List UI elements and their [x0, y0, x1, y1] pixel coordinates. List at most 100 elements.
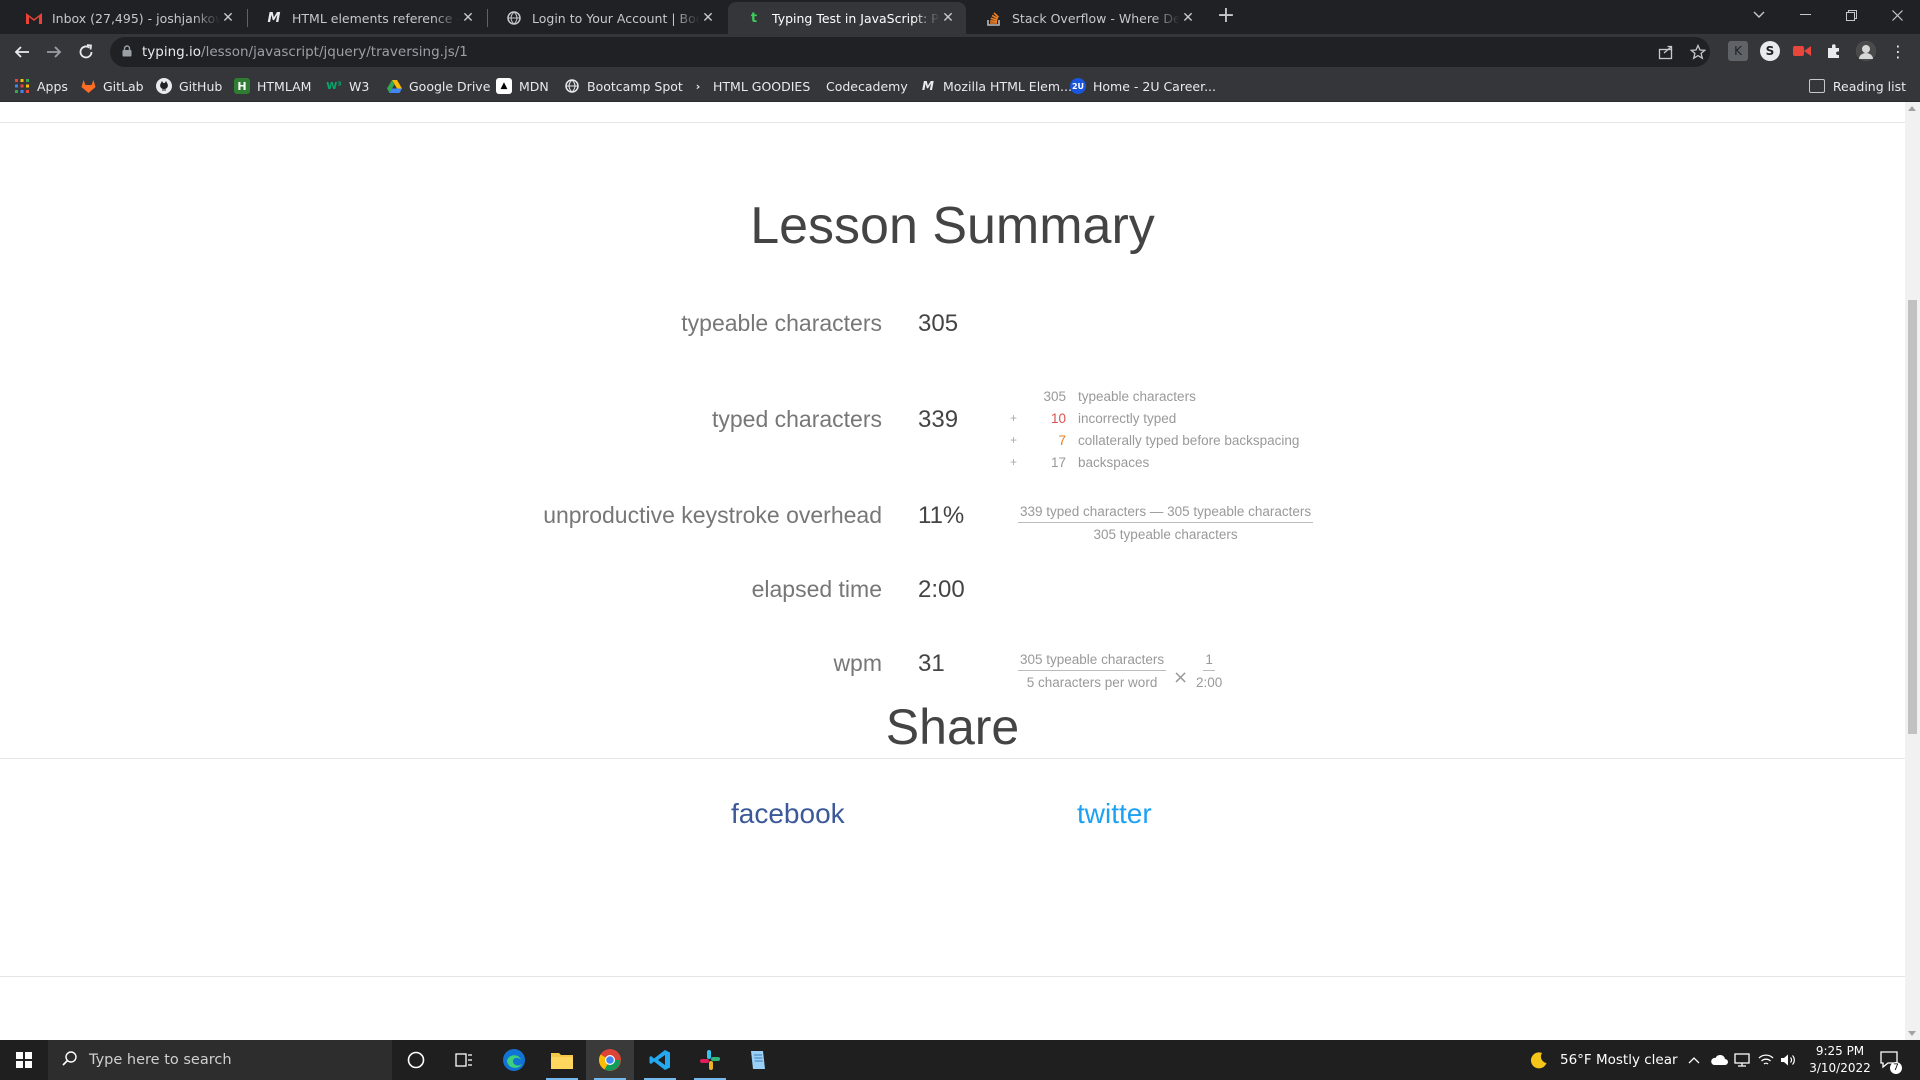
volume-icon[interactable]: [1780, 1040, 1796, 1080]
tab-typing-io[interactable]: t Typing Test in JavaScript: Practice ✕: [728, 2, 966, 34]
reading-list-button[interactable]: Reading list: [1808, 76, 1906, 96]
back-button[interactable]: [10, 40, 34, 64]
bookmark-gitlab[interactable]: GitLab: [80, 76, 144, 96]
notifications-button[interactable]: 7: [1880, 1040, 1902, 1080]
chevron-down-icon: [1753, 11, 1765, 18]
scroll-down-icon[interactable]: [1908, 1031, 1916, 1036]
show-hidden-icons-button[interactable]: [1688, 1040, 1700, 1080]
network-drive-icon[interactable]: [1734, 1040, 1750, 1080]
twitter-share-link[interactable]: twitter: [1077, 798, 1152, 830]
facebook-share-link[interactable]: facebook: [731, 798, 845, 830]
task-view-icon: [455, 1053, 472, 1067]
arrow-right-icon: [47, 46, 62, 58]
bookmark-google-drive[interactable]: Google Drive: [386, 76, 490, 96]
scroll-up-icon[interactable]: [1908, 106, 1916, 111]
tab-gmail[interactable]: Inbox (27,495) - joshjankowski@gmail.com…: [8, 2, 246, 34]
close-icon[interactable]: ✕: [940, 10, 956, 26]
profile-avatar[interactable]: [1856, 41, 1876, 61]
minimize-icon: [1799, 14, 1811, 15]
extensions-puzzle-icon[interactable]: [1824, 41, 1844, 61]
close-icon[interactable]: ✕: [1180, 10, 1196, 26]
windows-taskbar: Type here to search 56°F Mostly clear 9:…: [0, 1040, 1920, 1080]
url-path: /lesson/javascript/jquery/traversing.js/…: [201, 44, 468, 60]
multiply-sign: ×: [1173, 667, 1189, 688]
slack-taskbar-icon[interactable]: [686, 1040, 734, 1080]
close-window-button[interactable]: [1874, 0, 1920, 30]
bookmark-htmlam[interactable]: H HTMLAM: [234, 76, 311, 96]
taskbar-search[interactable]: Type here to search: [48, 1040, 392, 1080]
apps-grid-icon: [14, 78, 30, 94]
reload-icon: [79, 44, 93, 59]
htmlam-icon: H: [234, 78, 250, 94]
forward-button[interactable]: [42, 40, 66, 64]
more-menu-icon[interactable]: ⋮: [1888, 41, 1908, 61]
bookmark-mdn[interactable]: ▲ MDN: [496, 76, 549, 96]
breakdown-row: + 10 incorrectly typed: [1010, 410, 1177, 426]
github-icon: [156, 78, 172, 94]
wpm-value: 31: [918, 650, 945, 677]
page-scrollbar[interactable]: [1905, 102, 1920, 1040]
typed-characters-label: typed characters: [711, 406, 882, 432]
breakdown-row: + 17 backspaces: [1010, 454, 1150, 470]
file-explorer-taskbar-icon[interactable]: [538, 1040, 586, 1080]
extension-video-icon[interactable]: [1792, 41, 1812, 61]
bookmark-2u-career[interactable]: 2U Home - 2U Career...: [1070, 76, 1216, 96]
task-view-button[interactable]: [440, 1040, 488, 1080]
globe-icon: [506, 10, 522, 26]
keystroke-overhead-value: 11%: [918, 502, 965, 529]
notepad-taskbar-icon[interactable]: [734, 1040, 782, 1080]
codecademy-icon: [812, 78, 814, 94]
reload-button[interactable]: [74, 40, 98, 64]
cortana-button[interactable]: [392, 1040, 440, 1080]
bookmark-bootcamp-spot[interactable]: Bootcamp Spot: [564, 76, 683, 96]
address-bar[interactable]: typing.io/lesson/javascript/jquery/trave…: [110, 37, 1710, 67]
onedrive-icon[interactable]: [1710, 1040, 1728, 1080]
close-icon[interactable]: ✕: [460, 10, 476, 26]
new-tab-button[interactable]: +: [1214, 5, 1238, 29]
tab-bootcamp-login[interactable]: Login to Your Account | Bootcamp Spot ✕: [488, 2, 726, 34]
gmail-icon: [26, 10, 42, 26]
extension-k-icon[interactable]: K: [1728, 41, 1748, 61]
weather-widget[interactable]: 56°F Mostly clear: [1530, 1040, 1678, 1080]
section-divider: [0, 758, 1905, 759]
tab-search-button[interactable]: [1736, 0, 1782, 30]
keystroke-overhead-label: unproductive keystroke overhead: [543, 502, 882, 528]
moon-icon: [1530, 1052, 1547, 1069]
2u-icon: 2U: [1070, 78, 1086, 94]
top-divider: [0, 122, 1905, 123]
extension-s-icon[interactable]: S: [1760, 41, 1780, 61]
share-icon[interactable]: [1658, 44, 1674, 64]
w3-icon: W³: [326, 80, 342, 92]
bookmark-codecademy[interactable]: Codecademy: [812, 76, 908, 96]
wifi-icon[interactable]: [1758, 1040, 1774, 1080]
typeable-characters-value: 305: [918, 310, 959, 337]
tab-html-reference[interactable]: M HTML elements reference - HTML: HyperT…: [248, 2, 486, 34]
reading-list-icon: [1808, 79, 1825, 93]
restore-button[interactable]: [1828, 0, 1874, 30]
system-clock[interactable]: 9:25 PM 3/10/2022: [1802, 1043, 1878, 1077]
vscode-taskbar-icon[interactable]: [636, 1040, 684, 1080]
bookmark-mozilla-html[interactable]: M Mozilla HTML Elem...: [920, 76, 1072, 96]
mdn-icon: M: [922, 79, 934, 93]
minimize-button[interactable]: [1782, 0, 1828, 30]
bookmark-star-icon[interactable]: [1689, 43, 1707, 64]
bookmark-github[interactable]: GitHub: [156, 76, 222, 96]
bookmark-apps[interactable]: Apps: [14, 76, 68, 96]
bookmark-html-goodies[interactable]: › HTML GOODIES: [690, 76, 811, 96]
start-button[interactable]: [0, 1040, 48, 1080]
close-icon[interactable]: ✕: [220, 10, 236, 26]
tab-stack-overflow[interactable]: Stack Overflow - Where Developers ✕: [968, 2, 1206, 34]
google-drive-icon: [386, 78, 402, 94]
close-icon[interactable]: ✕: [700, 10, 716, 26]
breakdown-row: + 7 collaterally typed before backspacin…: [1010, 432, 1300, 448]
restore-icon: [1845, 9, 1857, 21]
edge-taskbar-icon[interactable]: [490, 1040, 538, 1080]
typeable-characters-label: typeable characters: [681, 310, 882, 336]
chrome-taskbar-icon[interactable]: [586, 1040, 634, 1080]
bookmark-w3[interactable]: W³ W3: [326, 76, 369, 96]
stackoverflow-icon: [986, 10, 1002, 26]
scrollbar-thumb[interactable]: [1908, 300, 1917, 734]
windows-logo-icon: [16, 1052, 32, 1068]
lock-icon: [122, 44, 132, 60]
chevron-up-icon: [1688, 1057, 1700, 1064]
